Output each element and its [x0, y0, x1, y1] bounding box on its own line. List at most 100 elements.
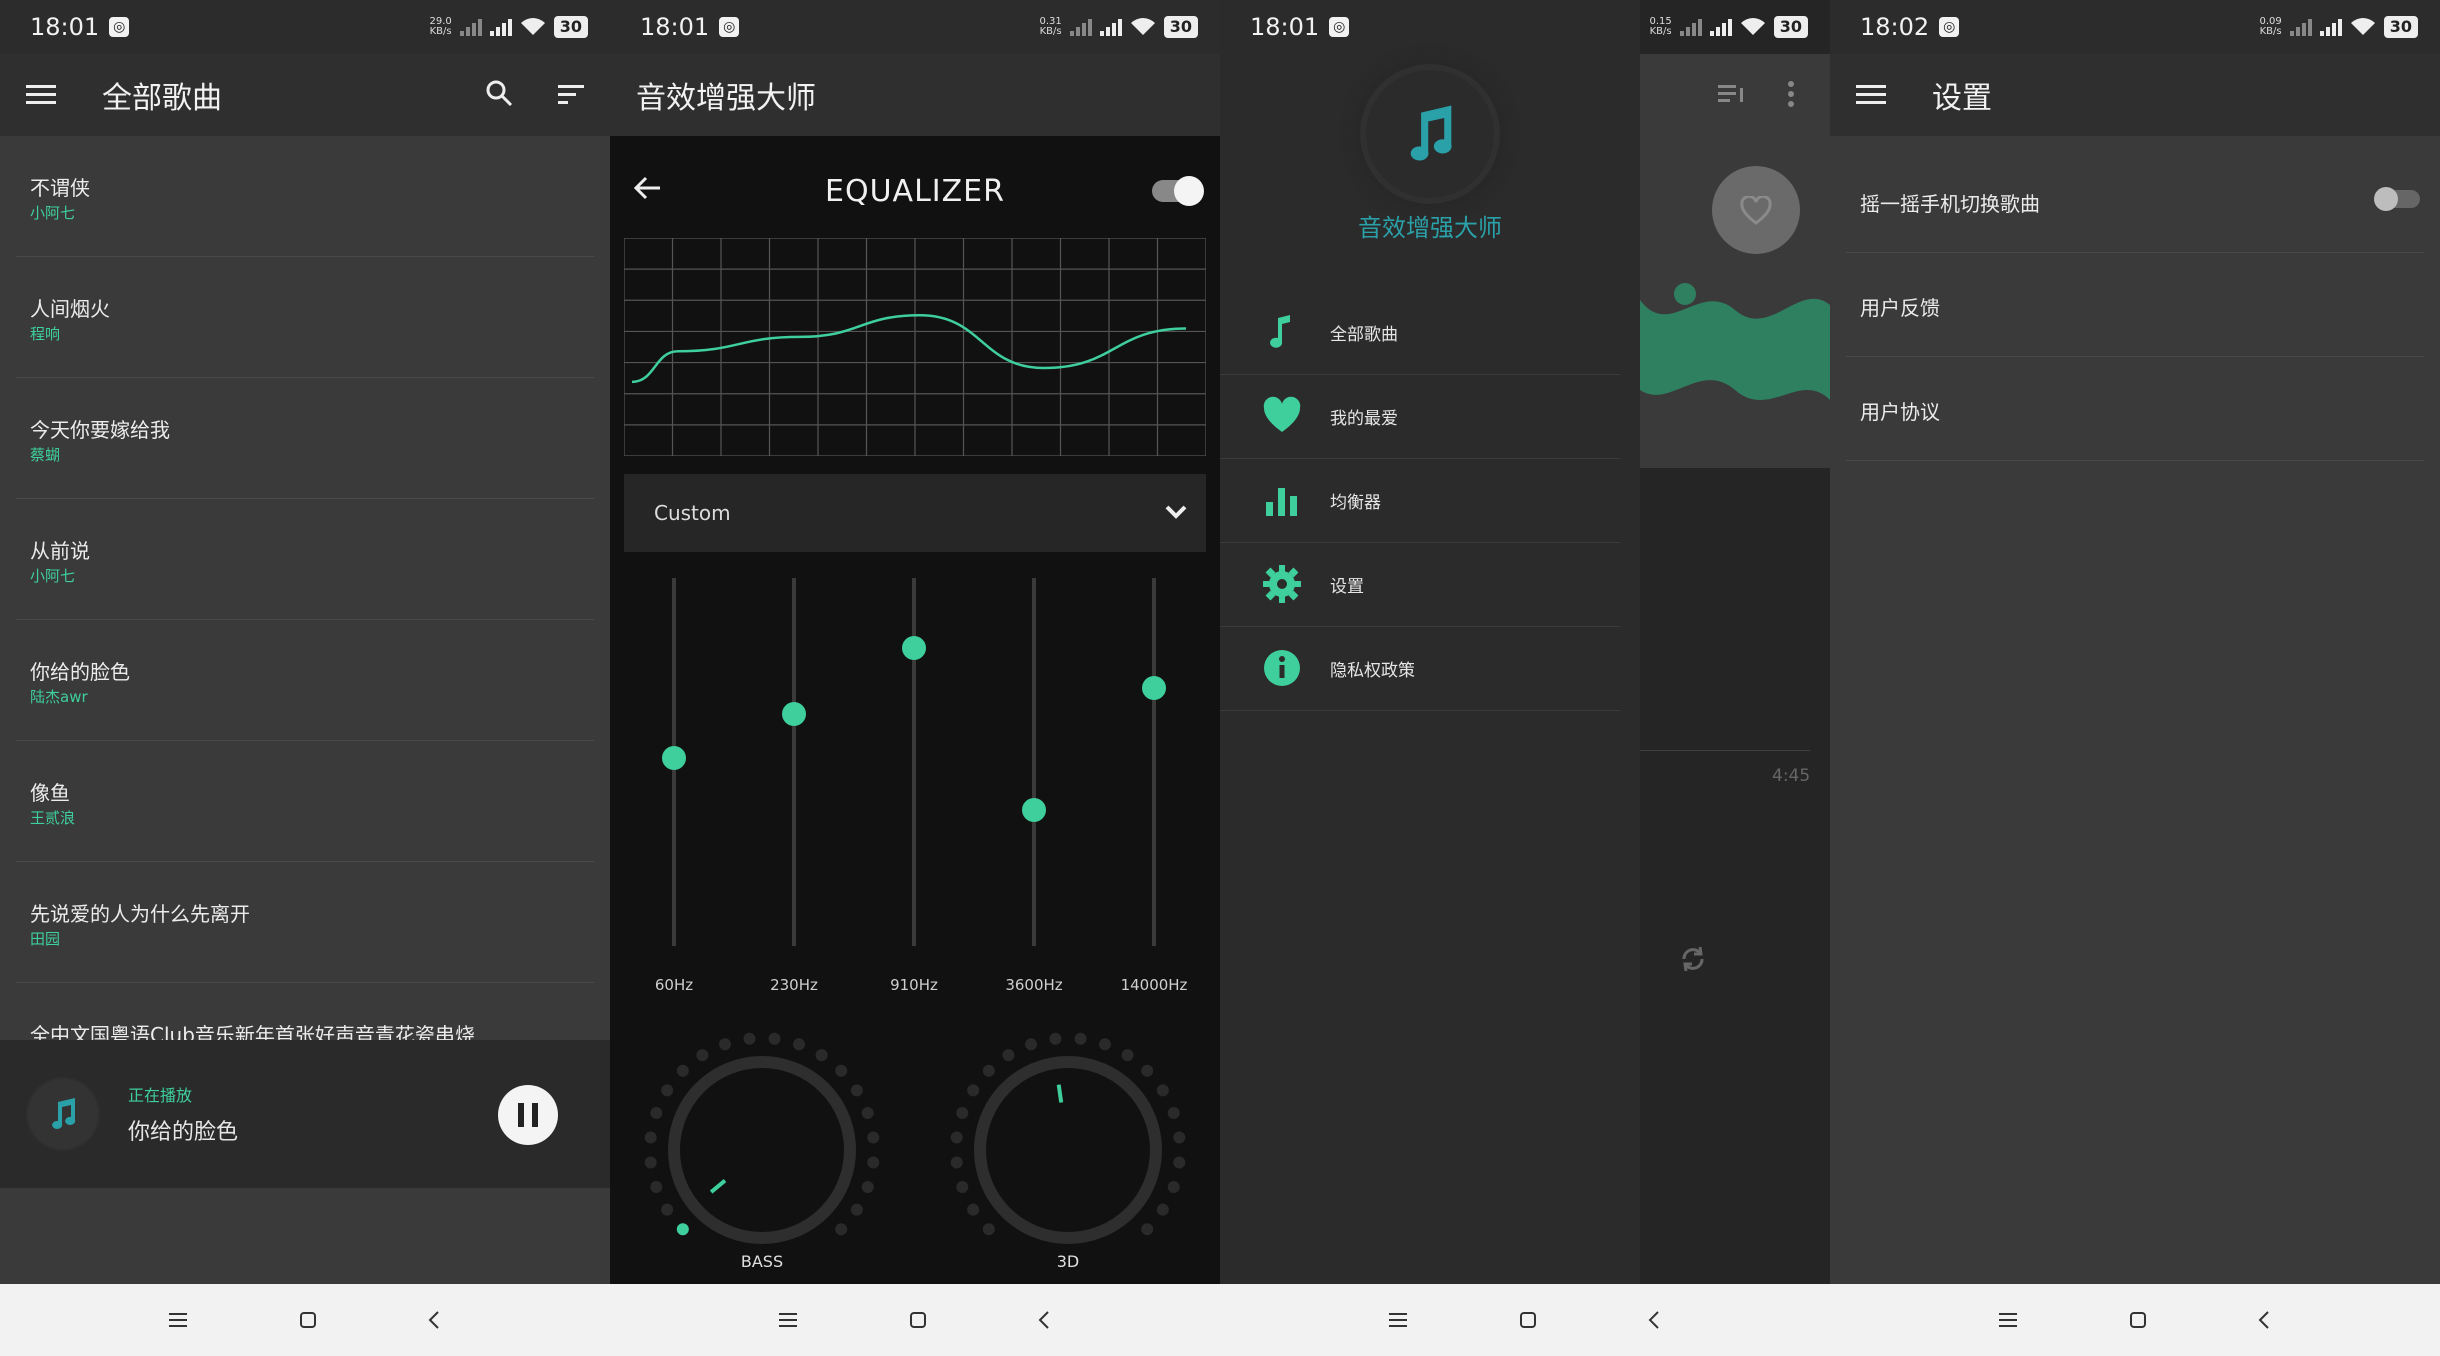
- song-title: 像鱼: [30, 781, 70, 805]
- drawer-item[interactable]: 全部歌曲: [1220, 290, 1620, 375]
- sort-icon[interactable]: [556, 82, 586, 106]
- knob-tick: [967, 1084, 980, 1097]
- wifi-icon: [1740, 18, 1765, 35]
- knob-tick: [867, 1131, 880, 1144]
- knob-tick: [1156, 1084, 1169, 1097]
- knob-tick: [650, 1107, 663, 1120]
- drawer-item-label: 我的最爱: [1330, 408, 1398, 429]
- equalizer-toggle[interactable]: [1152, 176, 1204, 206]
- band-slider-track[interactable]: [912, 578, 916, 946]
- song-row[interactable]: 像鱼 王贰浪: [16, 741, 594, 862]
- back-nav-icon[interactable]: [1647, 1310, 1661, 1330]
- home-nav-icon[interactable]: [2129, 1311, 2147, 1329]
- home-nav-icon[interactable]: [909, 1311, 927, 1329]
- knob-tick: [815, 1049, 828, 1062]
- favorite-button[interactable]: [1712, 166, 1800, 254]
- knob-tick: [743, 1032, 756, 1045]
- band-label: 3600Hz: [1005, 976, 1063, 994]
- chevron-down-icon: [1165, 505, 1187, 519]
- back-nav-icon[interactable]: [2257, 1310, 2271, 1330]
- knob-tick: [719, 1038, 732, 1051]
- knob-tick: [982, 1223, 995, 1236]
- song-row[interactable]: 今天你要嫁给我 蔡蝴: [16, 378, 594, 499]
- all-songs-screen: 18:01 ◎ 29.0 KB/s 30 全部歌曲 不谓侠 小阿七 人间烟火 程响 今天你…: [0, 0, 610, 1356]
- knob-ring: [668, 1056, 856, 1244]
- menu-icon[interactable]: [1856, 83, 1888, 107]
- drawer-item[interactable]: 均衡器: [1220, 458, 1620, 543]
- setting-label: 用户反馈: [1860, 296, 1940, 320]
- playlist-icon[interactable]: [1716, 82, 1746, 106]
- song-artist: 陆杰awr: [30, 688, 88, 706]
- preset-dropdown[interactable]: Custom: [624, 474, 1206, 552]
- drawer-item-label: 设置: [1330, 576, 1364, 597]
- menu-nav-icon[interactable]: [1389, 1312, 1409, 1328]
- song-title: 人间烟火: [30, 297, 110, 321]
- app-bar: 设置: [1830, 54, 2440, 136]
- knob-tick: [850, 1084, 863, 1097]
- setting-user-agreement[interactable]: 用户协议: [1846, 356, 2424, 461]
- back-nav-icon[interactable]: [427, 1310, 441, 1330]
- knob-ring: [974, 1056, 1162, 1244]
- waveform-visual: [1640, 283, 1830, 400]
- screenshot-collage: 18:01 ◎ 29.0 KB/s 30 全部歌曲 不谓侠 小阿七 人间烟火 程响 今天你…: [0, 0, 2440, 1356]
- wifi-icon: [2350, 18, 2375, 35]
- drawer-item-label: 均衡器: [1330, 492, 1381, 513]
- menu-icon[interactable]: [26, 83, 58, 107]
- song-row[interactable]: 从前说 小阿七: [16, 499, 594, 620]
- back-nav-icon[interactable]: [1037, 1310, 1051, 1330]
- equalizer-screen: 18:01 ◎ 0.31 KB/s 30 音效增强大师 EQUALIZER Cus…: [610, 0, 1220, 1356]
- drawer-item[interactable]: 我的最爱: [1220, 374, 1620, 459]
- band-slider-handle[interactable]: [1022, 797, 1046, 822]
- app-name: 音效增强大师: [1358, 214, 1502, 242]
- knob-tick: [835, 1223, 848, 1236]
- band-slider-track[interactable]: [1152, 578, 1156, 946]
- status-time: 18:02: [1860, 13, 1930, 41]
- song-row[interactable]: 你给的脸色 陆杰awr: [16, 620, 594, 741]
- effect-knob[interactable]: [948, 1030, 1188, 1270]
- song-title: 不谓侠: [30, 176, 90, 200]
- shake-toggle[interactable]: [2374, 187, 2420, 211]
- wifi-icon: [520, 18, 545, 35]
- page-title: 音效增强大师: [636, 81, 816, 116]
- menu-nav-icon[interactable]: [169, 1312, 189, 1328]
- status-bar: 18:01 ◎ 29.0 KB/s 30: [0, 0, 610, 54]
- song-artist: 小阿七: [30, 567, 76, 585]
- menu-nav-icon[interactable]: [779, 1312, 799, 1328]
- music-note-icon: [1270, 315, 1290, 348]
- app-bar: 全部歌曲: [0, 54, 610, 136]
- knob-tick: [661, 1084, 674, 1097]
- song-title: 先说爱的人为什么先离开: [30, 902, 250, 926]
- setting-feedback[interactable]: 用户反馈: [1846, 252, 2424, 357]
- drawer-item[interactable]: 设置: [1220, 542, 1620, 627]
- mini-player[interactable]: 正在播放 你给的脸色: [0, 1040, 610, 1188]
- band-slider-handle[interactable]: [1142, 676, 1166, 701]
- song-artist: 程响: [30, 325, 61, 343]
- band-slider-track[interactable]: [1032, 578, 1036, 946]
- pause-button[interactable]: [498, 1085, 558, 1145]
- band-slider-track[interactable]: [792, 578, 796, 946]
- band-slider-handle[interactable]: [782, 702, 806, 727]
- band-slider-handle[interactable]: [902, 635, 926, 660]
- menu-nav-icon[interactable]: [1999, 1312, 2019, 1328]
- setting-shake-switch[interactable]: 摇一摇手机切换歌曲: [1846, 148, 2424, 253]
- song-row[interactable]: 不谓侠 小阿七: [16, 136, 594, 257]
- status-bar: 18:01 ◎ 0.31 KB/s 30: [610, 0, 1220, 54]
- signal-icon-sim2: [1069, 18, 1092, 36]
- effect-knob[interactable]: [642, 1030, 882, 1270]
- home-nav-icon[interactable]: [299, 1311, 317, 1329]
- song-row[interactable]: 先说爱的人为什么先离开 田园: [16, 862, 594, 983]
- battery-icon: 30: [2383, 16, 2418, 38]
- repeat-icon[interactable]: [1678, 944, 1708, 974]
- network-speed: 0.31 KB/s: [1039, 16, 1062, 37]
- app-bar: 音效增强大师: [610, 54, 1220, 136]
- band-slider-handle[interactable]: [662, 746, 686, 771]
- knob-tick: [1121, 1049, 1134, 1062]
- knob-tick: [1074, 1032, 1087, 1045]
- song-row[interactable]: 人间烟火 程响: [16, 257, 594, 378]
- search-icon[interactable]: [484, 78, 514, 108]
- more-vert-icon[interactable]: [1786, 80, 1796, 108]
- battery-icon: 30: [553, 16, 588, 38]
- signal-icon-sim1: [489, 18, 512, 36]
- drawer-item[interactable]: 隐私权政策: [1220, 626, 1620, 711]
- home-nav-icon[interactable]: [1519, 1311, 1537, 1329]
